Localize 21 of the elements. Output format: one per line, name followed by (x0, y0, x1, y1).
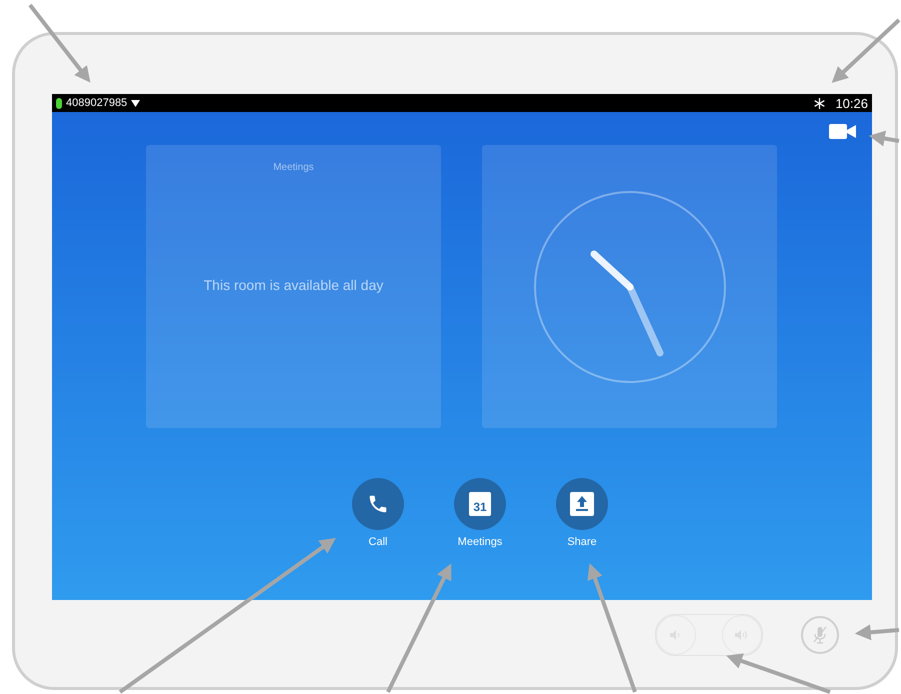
button-label: Call (368, 536, 388, 548)
camera-icon[interactable] (829, 124, 856, 139)
asterisk-icon (814, 98, 826, 108)
clock-time: 10:26 (835, 96, 868, 110)
status-indicator-icon (56, 98, 62, 108)
share-button[interactable] (556, 478, 608, 530)
muted-microphone-icon (813, 626, 827, 644)
caret-icon[interactable] (131, 100, 140, 106)
button-label: Meetings (458, 536, 502, 548)
annotation-arrow (832, 18, 900, 83)
card-title: Meetings (273, 162, 314, 173)
annotation-arrow (854, 624, 900, 640)
annotation-arrow (868, 130, 900, 146)
phone-number[interactable]: 4089027985 (66, 97, 128, 109)
phone-icon (367, 493, 389, 515)
meetings-button[interactable]: 31 (454, 478, 506, 530)
upload-icon (570, 492, 594, 516)
calendar-icon: 31 (469, 492, 491, 516)
call-button[interactable] (352, 478, 404, 530)
button-label: Share (567, 536, 597, 548)
availability-message: This room is available all day (204, 277, 384, 293)
